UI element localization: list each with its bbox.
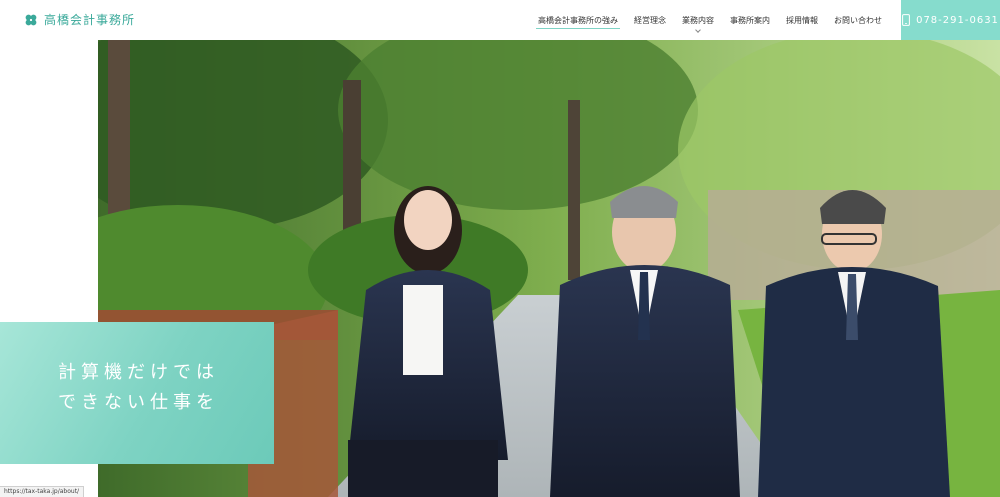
phone-number: 078-291-0631 bbox=[916, 14, 999, 26]
nav-item-philosophy[interactable]: 経営理念 bbox=[626, 0, 674, 40]
site-header: 高橋会計事務所 高橋会計事務所の強み 経営理念 業務内容 事務所案内 採用情報 … bbox=[0, 0, 1000, 40]
phone-icon bbox=[902, 14, 910, 26]
tagline-line-1: 計算機だけでは bbox=[58, 362, 219, 383]
main-nav: 高橋会計事務所の強み 経営理念 業務内容 事務所案内 採用情報 お問い合わせ bbox=[530, 0, 890, 40]
tagline-line-2: できない仕事を bbox=[58, 392, 219, 413]
hero-tagline-panel: 計算機だけでは できない仕事を bbox=[0, 322, 274, 464]
nav-item-services-label: 業務内容 bbox=[682, 15, 714, 25]
phone-button[interactable]: 078-291-0631 bbox=[901, 0, 1000, 40]
clover-logo-icon bbox=[25, 14, 37, 25]
chevron-down-icon bbox=[695, 27, 701, 33]
nav-item-recruit[interactable]: 採用情報 bbox=[778, 0, 826, 40]
nav-item-strengths[interactable]: 高橋会計事務所の強み bbox=[530, 0, 626, 40]
site-logo[interactable]: 高橋会計事務所 bbox=[24, 11, 135, 28]
brand-name: 高橋会計事務所 bbox=[44, 13, 136, 27]
status-bar-url: https://tax-taka.jp/about/ bbox=[0, 486, 85, 497]
nav-item-contact[interactable]: お問い合わせ bbox=[826, 0, 890, 40]
nav-item-services[interactable]: 業務内容 bbox=[674, 0, 722, 40]
nav-item-office[interactable]: 事務所案内 bbox=[722, 0, 778, 40]
